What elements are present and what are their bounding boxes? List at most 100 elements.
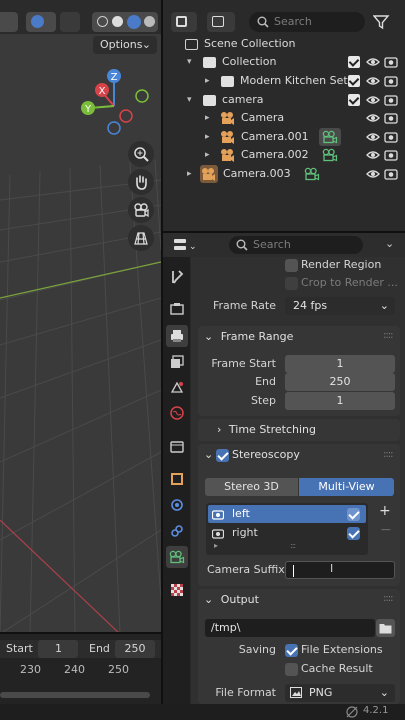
- shading-mode-buttons[interactable]: [92, 12, 158, 32]
- xray-toggle-button[interactable]: [60, 12, 80, 32]
- output-header[interactable]: ⌄ Output: [204, 590, 259, 610]
- time-stretching-header[interactable]: › Time Stretching: [217, 420, 316, 440]
- frame-step-field[interactable]: 1: [285, 392, 395, 410]
- render-region-checkbox[interactable]: [285, 259, 298, 272]
- eye-icon[interactable]: [366, 93, 380, 107]
- scene-tab[interactable]: [166, 376, 188, 398]
- filter-button[interactable]: [369, 12, 401, 32]
- drag-handle-icon[interactable]: ::::: [383, 330, 394, 341]
- file-extensions-checkbox[interactable]: [285, 644, 298, 657]
- exclude-checkbox[interactable]: [348, 75, 360, 87]
- chevron-right-icon[interactable]: ▸: [205, 146, 210, 164]
- outliner-row-collection[interactable]: ▾ Collection: [163, 53, 405, 71]
- gizmo-neg-x[interactable]: [119, 109, 133, 123]
- view-layer-tab[interactable]: [166, 351, 188, 373]
- zoom-icon[interactable]: [128, 141, 154, 167]
- drag-handle-icon[interactable]: ::::: [383, 593, 394, 604]
- stereoscopy-header[interactable]: ⌄: [204, 445, 213, 465]
- area-divider-horizontal[interactable]: [163, 231, 405, 233]
- timeline-end-field[interactable]: 250: [115, 640, 155, 658]
- chevron-right-icon[interactable]: ▸: [187, 165, 192, 183]
- texture-tab[interactable]: [166, 579, 188, 601]
- view-menu-button[interactable]: [0, 12, 18, 32]
- eye-icon[interactable]: [366, 130, 380, 144]
- chevron-right-icon[interactable]: ▸: [205, 128, 210, 146]
- crop-to-render-checkbox[interactable]: [285, 277, 298, 290]
- chevron-down-icon[interactable]: ▾: [187, 53, 192, 71]
- object-tab[interactable]: [166, 468, 188, 490]
- camera-data-tab[interactable]: [166, 546, 188, 568]
- frame-range-header[interactable]: ⌄ Frame Range: [204, 327, 293, 347]
- outliner-search-field[interactable]: Search: [249, 12, 365, 32]
- gizmo-neg-y[interactable]: [135, 89, 149, 103]
- pan-hand-icon[interactable]: [128, 169, 154, 195]
- remove-view-button[interactable]: −: [380, 522, 392, 538]
- eye-icon[interactable]: [366, 111, 380, 125]
- stereo-3d-tab-button[interactable]: Stereo 3D: [205, 478, 298, 496]
- file-format-dropdown[interactable]: PNG ⌄: [285, 684, 395, 702]
- outliner-row-camera[interactable]: ▸ Camera: [163, 109, 405, 127]
- frame-rate-dropdown[interactable]: 24 fps ⌄: [285, 297, 395, 315]
- output-path-field[interactable]: /tmp\: [205, 619, 375, 637]
- outliner-row-camera-collection[interactable]: ▾ camera: [163, 91, 405, 109]
- camera-data-icon[interactable]: [304, 167, 320, 181]
- outliner-row-modern-kitchen-set[interactable]: ▸ Modern Kitchen Set: [163, 72, 405, 90]
- view-left-checkbox[interactable]: [347, 508, 360, 521]
- camera-data-icon[interactable]: [322, 148, 338, 162]
- eye-icon[interactable]: [366, 74, 380, 88]
- eye-icon[interactable]: [366, 55, 380, 69]
- physics-tab[interactable]: [166, 494, 188, 516]
- render-camera-icon[interactable]: [384, 148, 398, 162]
- render-camera-icon[interactable]: [384, 74, 398, 88]
- navigation-gizmo[interactable]: Z X Y: [78, 66, 152, 138]
- area-divider-timeline[interactable]: [0, 632, 161, 634]
- tool-tab[interactable]: [166, 266, 188, 288]
- chevron-down-icon[interactable]: ▾: [187, 91, 192, 109]
- browse-folder-button[interactable]: [376, 619, 395, 637]
- frame-start-field[interactable]: 1: [285, 355, 395, 373]
- stereoscopy-checkbox[interactable]: [216, 449, 229, 462]
- timeline-scrollbar[interactable]: [0, 692, 150, 698]
- render-camera-icon[interactable]: [384, 93, 398, 107]
- timeline-start-field[interactable]: 1: [38, 640, 78, 658]
- display-mode-button[interactable]: [207, 12, 235, 32]
- chevron-right-icon[interactable]: ▸: [205, 109, 210, 127]
- gizmo-neg-z[interactable]: [107, 121, 121, 135]
- eye-icon[interactable]: [366, 167, 380, 181]
- views-list-item-left[interactable]: left: [208, 505, 366, 523]
- world-tab[interactable]: [166, 402, 188, 424]
- exclude-checkbox[interactable]: [348, 94, 360, 106]
- eye-icon[interactable]: [366, 148, 380, 162]
- drag-handle-icon[interactable]: ::::: [383, 449, 394, 460]
- add-view-button[interactable]: +: [379, 503, 391, 519]
- solid-shading-icon[interactable]: [112, 16, 123, 27]
- outliner-row-camera-002[interactable]: ▸ Camera.002: [163, 146, 405, 164]
- outliner-row-camera-001[interactable]: ▸ Camera.001: [163, 128, 405, 146]
- properties-search-field[interactable]: Search: [229, 236, 363, 254]
- chevron-down-icon[interactable]: ⌄: [385, 237, 394, 250]
- overlay-toggle-button[interactable]: [26, 12, 56, 32]
- resize-handle-icon[interactable]: :::: [290, 541, 296, 550]
- properties-editor-type-button[interactable]: ⌄: [171, 235, 199, 255]
- wireframe-shading-icon[interactable]: [97, 16, 108, 27]
- material-shading-icon[interactable]: [127, 15, 141, 29]
- views-list-item-right[interactable]: right: [208, 524, 366, 542]
- orthographic-toggle-icon[interactable]: [128, 225, 154, 251]
- area-divider-vertical[interactable]: [161, 0, 163, 704]
- expand-triangle-icon[interactable]: ▸: [214, 541, 218, 550]
- render-camera-icon[interactable]: [384, 55, 398, 69]
- render-camera-icon[interactable]: [384, 167, 398, 181]
- outliner-row-scene-collection[interactable]: Scene Collection: [163, 35, 405, 53]
- output-tab[interactable]: [166, 325, 188, 347]
- camera-view-icon[interactable]: [128, 197, 154, 223]
- outliner-editor-type-button[interactable]: [171, 12, 197, 32]
- chevron-right-icon[interactable]: ▸: [205, 72, 210, 90]
- cache-result-checkbox[interactable]: [285, 663, 298, 676]
- outliner-row-camera-003[interactable]: ▸ Camera.003: [163, 165, 405, 183]
- multi-view-tab-button[interactable]: Multi-View: [299, 478, 394, 496]
- collection-tab[interactable]: [166, 436, 188, 458]
- exclude-checkbox[interactable]: [348, 56, 360, 68]
- render-camera-icon[interactable]: [384, 111, 398, 125]
- frame-end-field[interactable]: 250: [285, 373, 395, 391]
- view-right-checkbox[interactable]: [347, 527, 360, 540]
